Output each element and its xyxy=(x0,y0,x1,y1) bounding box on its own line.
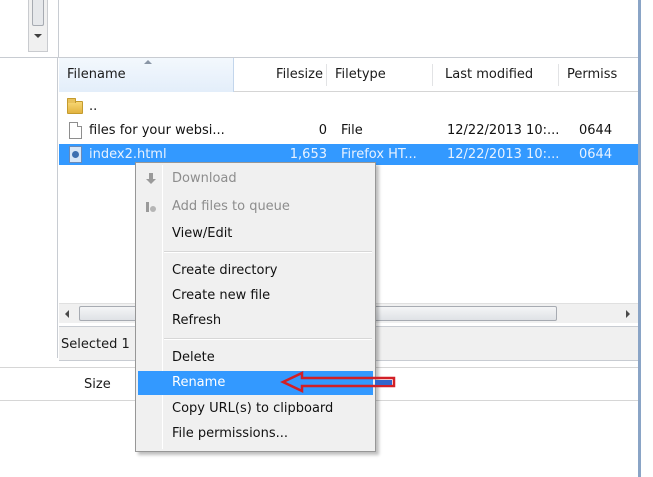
top-pane-scrollbar[interactable] xyxy=(28,0,48,52)
table-row-parent-directory[interactable]: .. xyxy=(59,96,638,117)
menu-item-view-edit[interactable]: View/Edit xyxy=(138,222,373,246)
folder-icon xyxy=(67,98,83,115)
scroll-right-arrow-icon[interactable] xyxy=(626,310,630,318)
scroll-down-arrow-icon[interactable] xyxy=(34,34,42,38)
download-icon xyxy=(144,172,158,186)
permissions-cell: 0644 xyxy=(579,147,613,162)
html-file-icon xyxy=(67,146,83,163)
menu-item-create-directory[interactable]: Create directory xyxy=(138,259,373,283)
scrollbar-thumb[interactable] xyxy=(32,0,44,26)
file-icon xyxy=(67,122,83,139)
file-list-header: Filename Filesize Filetype Last modified… xyxy=(59,58,638,92)
permissions-cell: 0644 xyxy=(579,123,613,138)
add-to-queue-icon xyxy=(144,200,158,214)
menu-item-download[interactable]: Download xyxy=(138,167,373,191)
column-header-permissions[interactable]: Permiss xyxy=(559,58,638,92)
red-arrow-annotation-icon xyxy=(280,371,396,393)
column-header-filetype[interactable]: Filetype xyxy=(327,58,433,92)
menu-item-create-new-file[interactable]: Create new file xyxy=(138,284,373,308)
pane-divider xyxy=(58,0,59,57)
menu-separator xyxy=(164,338,372,340)
menu-item-refresh[interactable]: Refresh xyxy=(138,309,373,333)
menu-item-copy-url[interactable]: Copy URL(s) to clipboard xyxy=(138,397,373,421)
menu-item-file-permissions[interactable]: File permissions... xyxy=(138,422,373,446)
filename-cell: files for your websi... xyxy=(89,123,225,138)
context-menu: Download Add files to queue View/Edit Cr… xyxy=(135,162,376,452)
sort-ascending-icon xyxy=(144,60,152,64)
top-pane xyxy=(0,0,638,57)
filename-cell: .. xyxy=(89,99,98,114)
scroll-left-arrow-icon[interactable] xyxy=(65,310,69,318)
menu-item-delete[interactable]: Delete xyxy=(138,346,373,370)
directory-tree-pane xyxy=(0,58,58,358)
last-modified-cell: 12/22/2013 10:... xyxy=(447,147,560,162)
column-header-last-modified[interactable]: Last modified xyxy=(437,58,559,92)
column-header-filename[interactable]: Filename xyxy=(59,58,234,92)
filetype-cell: File xyxy=(341,123,363,138)
column-header-size[interactable]: Size xyxy=(84,368,111,402)
column-header-filesize[interactable]: Filesize xyxy=(259,58,327,92)
window-edge xyxy=(638,0,653,477)
menu-item-add-files-to-queue[interactable]: Add files to queue xyxy=(138,195,373,219)
menu-separator xyxy=(164,251,372,253)
selection-status: Selected 1 xyxy=(61,337,130,352)
table-row[interactable]: files for your websi... 0 File 12/22/201… xyxy=(59,120,638,141)
last-modified-cell: 12/22/2013 10:... xyxy=(447,123,560,138)
filesize-cell: 0 xyxy=(318,123,327,138)
